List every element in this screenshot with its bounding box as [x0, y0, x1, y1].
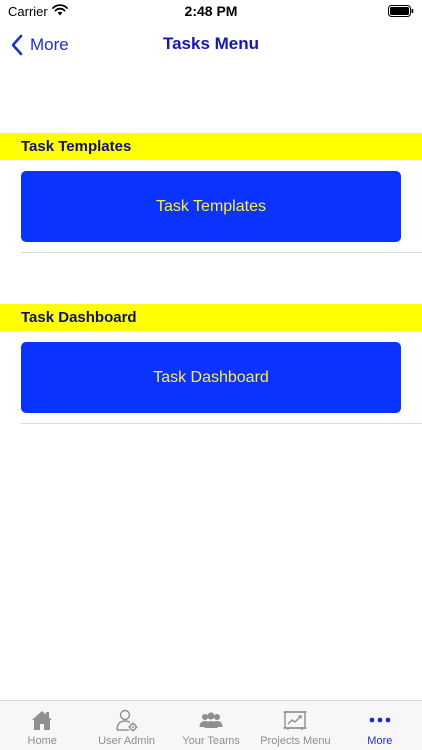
- tab-label: Projects Menu: [260, 735, 331, 747]
- tab-label: User Admin: [98, 735, 156, 747]
- tab-label: More: [367, 735, 393, 747]
- battery-icon: [388, 5, 414, 17]
- tab-bar: Home User Admin Your Teams Projects Menu…: [0, 700, 422, 750]
- more-icon: [369, 717, 391, 723]
- section-header-task-templates: Task Templates: [0, 133, 422, 160]
- page-title: Tasks Menu: [162, 34, 260, 53]
- task-dashboard-button[interactable]: Task Dashboard: [21, 342, 401, 413]
- tab-label: Your Teams: [182, 735, 240, 747]
- row-divider: [21, 423, 422, 424]
- status-time: 2:48 PM: [184, 3, 238, 19]
- navigation-bar: More Tasks Menu: [0, 24, 422, 66]
- status-bar: Carrier 2:48 PM: [0, 0, 422, 24]
- user-admin-icon: [115, 709, 138, 732]
- tab-user-admin[interactable]: User Admin: [84, 701, 168, 750]
- tab-home[interactable]: Home: [0, 701, 84, 750]
- task-templates-button[interactable]: Task Templates: [21, 171, 401, 242]
- projects-icon: [283, 711, 307, 730]
- tab-your-teams[interactable]: Your Teams: [169, 701, 253, 750]
- section-header-label: Task Templates: [21, 138, 132, 155]
- task-dashboard-button-label: Task Dashboard: [153, 368, 269, 386]
- section-header-label: Task Dashboard: [21, 309, 137, 326]
- task-templates-button-label: Task Templates: [156, 197, 266, 215]
- home-icon: [32, 711, 53, 730]
- tab-more[interactable]: More: [338, 701, 422, 750]
- teams-icon: [199, 712, 223, 728]
- tab-label: Home: [27, 735, 57, 747]
- row-divider: [21, 252, 422, 253]
- section-header-task-dashboard: Task Dashboard: [0, 304, 422, 331]
- tab-projects-menu[interactable]: Projects Menu: [253, 701, 337, 750]
